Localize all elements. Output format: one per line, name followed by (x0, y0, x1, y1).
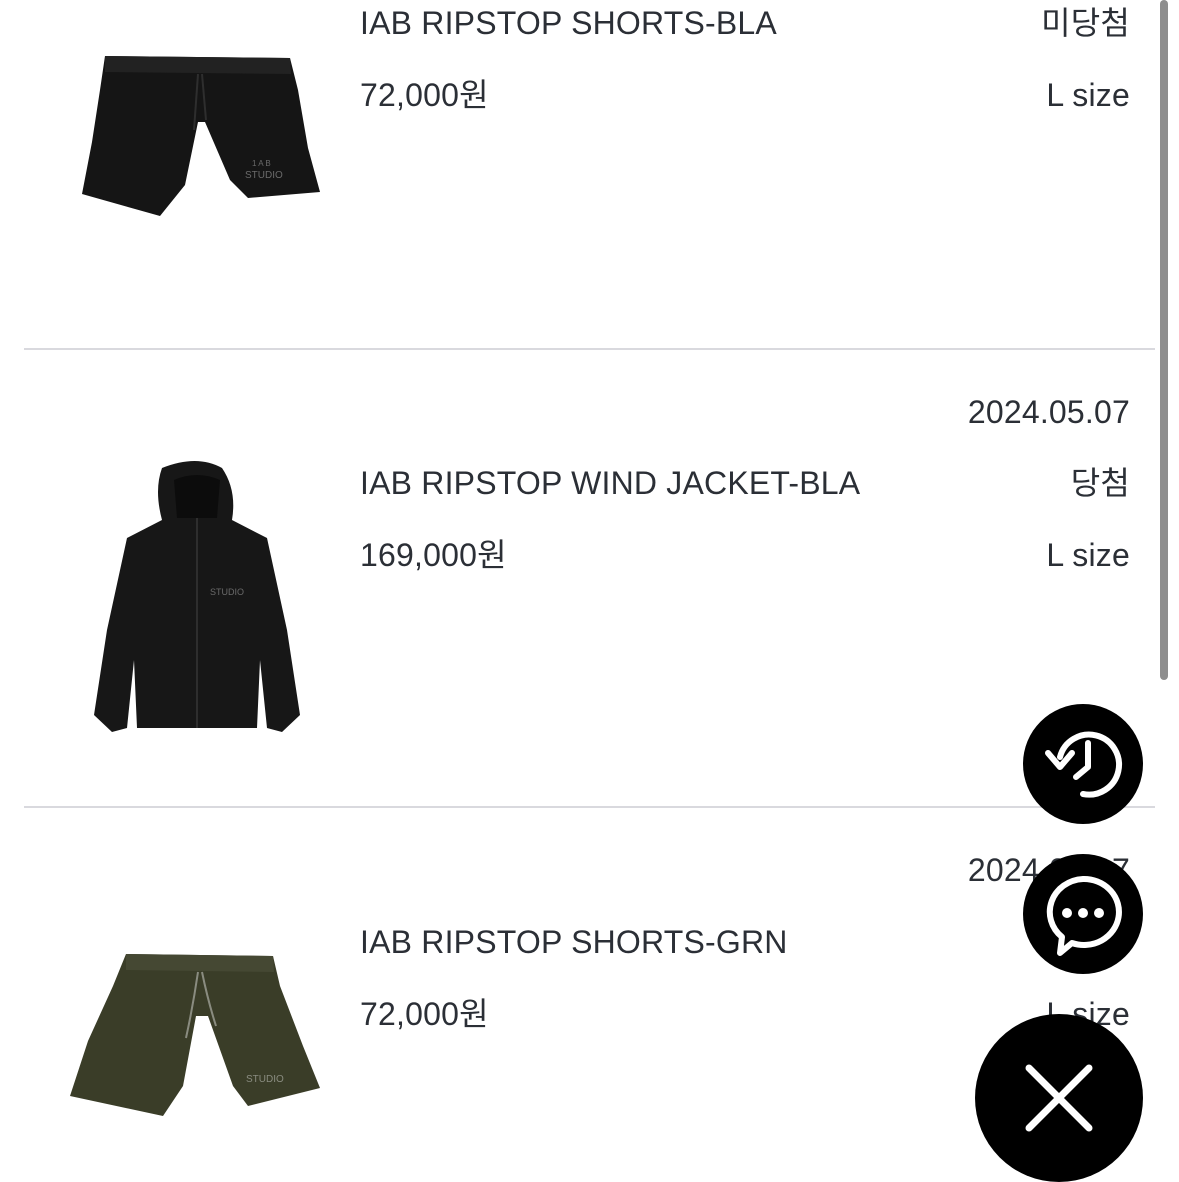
list-item[interactable]: STUDIO 1 A B IAB RIPSTOP SHORTS-BLA 미당첨 … (0, 0, 1179, 350)
chat-icon (1046, 875, 1122, 956)
chat-button[interactable] (1023, 854, 1143, 974)
order-list: STUDIO 1 A B IAB RIPSTOP SHORTS-BLA 미당첨 … (0, 0, 1179, 1179)
product-size: L size (1046, 537, 1130, 573)
product-size: L size (1046, 77, 1130, 113)
close-icon (1025, 1064, 1093, 1132)
product-price: 72,000원 (360, 996, 489, 1032)
product-name: IAB RIPSTOP SHORTS-BLA (360, 5, 777, 41)
green-shorts-image: STUDIO (70, 954, 320, 1116)
close-button[interactable] (975, 1014, 1143, 1182)
svg-text:STUDIO: STUDIO (245, 170, 283, 181)
svg-text:STUDIO: STUDIO (210, 587, 244, 597)
product-name: IAB RIPSTOP SHORTS-GRN (360, 924, 788, 960)
black-shorts-image: STUDIO 1 A B (82, 56, 320, 216)
history-icon (1045, 731, 1123, 798)
product-price: 169,000원 (360, 537, 507, 573)
draw-status: 당첨 (1070, 465, 1130, 501)
product-price: 72,000원 (360, 77, 489, 113)
svg-text:1 A B: 1 A B (252, 159, 271, 168)
black-jacket-image: STUDIO (94, 461, 300, 732)
scrollbar[interactable] (1160, 0, 1168, 680)
draw-status: 미당첨 (1041, 5, 1130, 41)
list-item[interactable]: STUDIO 2024.05.07 IAB RIPSTOP WIND JACKE… (0, 350, 1179, 807)
svg-text:STUDIO: STUDIO (246, 1074, 284, 1085)
history-button[interactable] (1023, 704, 1143, 824)
product-name: IAB RIPSTOP WIND JACKET-BLA (360, 465, 861, 501)
order-date: 2024.05.07 (967, 394, 1130, 430)
